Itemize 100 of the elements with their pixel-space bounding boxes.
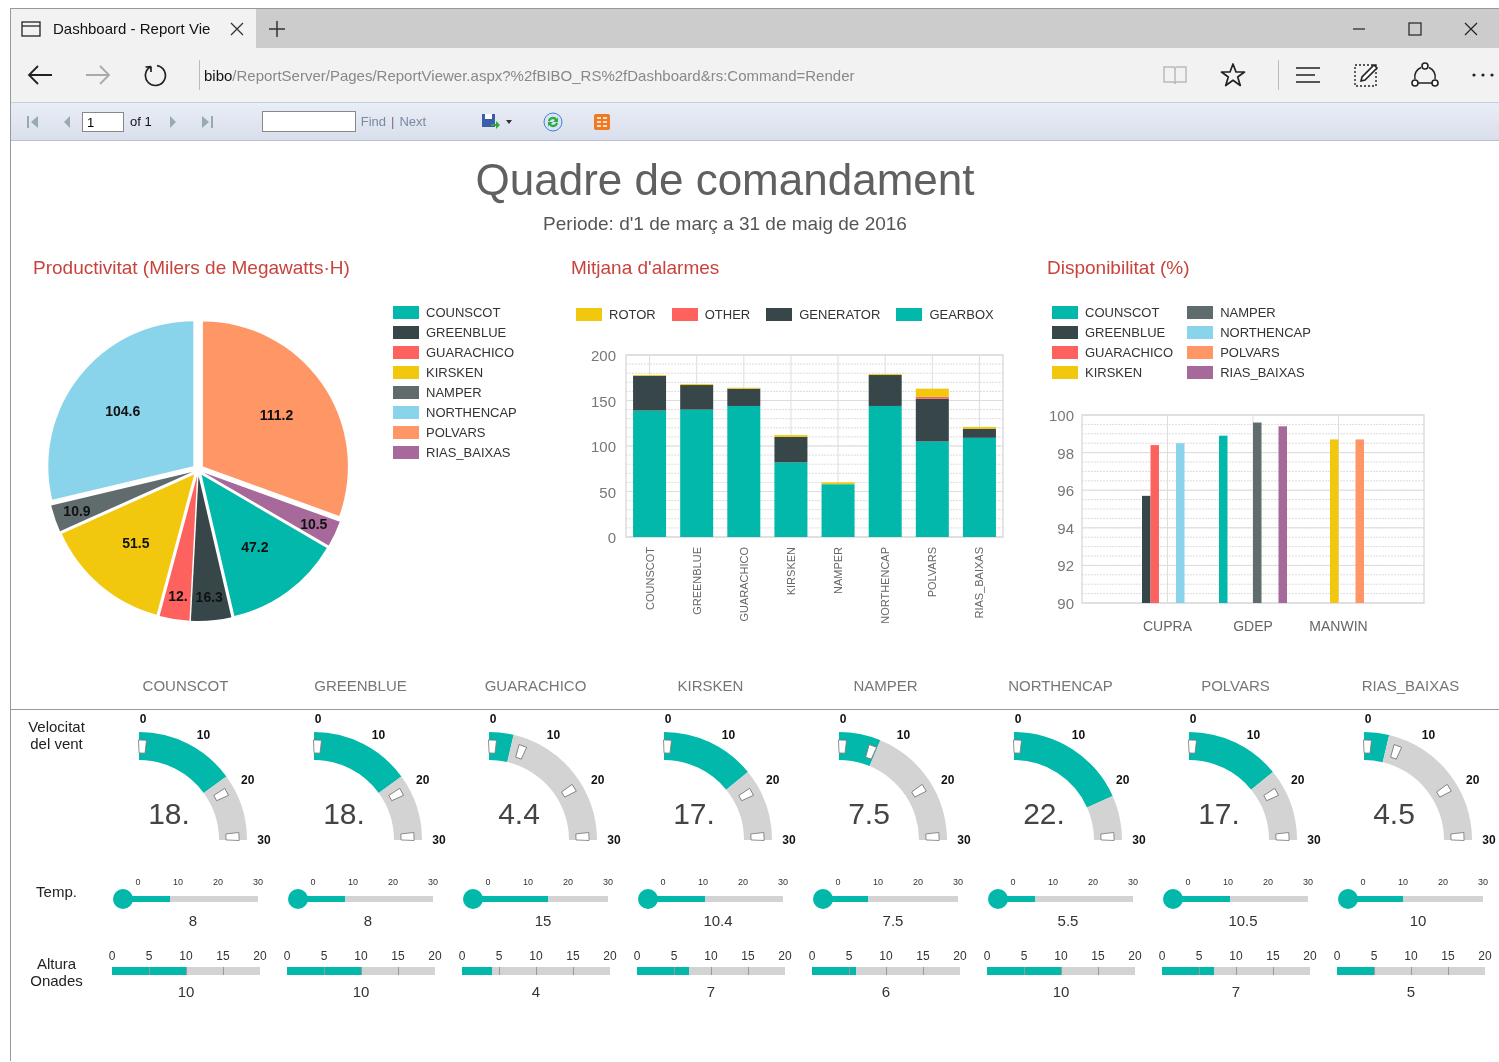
gauge-marker: [313, 739, 322, 754]
legend-label: GUARACHICO: [426, 344, 515, 360]
thermometer-bulb-icon: [1338, 889, 1363, 909]
scale-label: 0: [633, 949, 641, 963]
legend-label: NAMPER: [1220, 304, 1276, 320]
scale-label: 10: [348, 877, 358, 887]
scale-label: 20: [253, 949, 267, 963]
gauge-marker: [865, 744, 878, 760]
scale-label: 0: [983, 949, 991, 963]
gauge-tick-label: 0: [1364, 712, 1372, 726]
thermometer-bulb-icon: [463, 889, 488, 909]
gauge-tick-label: 0: [314, 712, 322, 726]
gauge-tick-label: 0: [839, 712, 847, 726]
scale-label: 10: [698, 877, 708, 887]
more-icon[interactable]: [1471, 72, 1495, 78]
gauge-marker: [925, 832, 940, 841]
scale-label: 30: [1303, 877, 1313, 887]
axis-label: 150: [590, 392, 616, 410]
axis-label: GDEP: [1233, 618, 1273, 634]
hub-icon[interactable]: [1295, 66, 1321, 84]
share-icon[interactable]: [1411, 62, 1439, 88]
address-field[interactable]: bibo/ReportServer/Pages/ReportViewer.aspx?%2fBIBO_RS%2fDashboard&rs:Command=Render: [204, 66, 855, 84]
scale-label: 5: [145, 949, 153, 963]
legend-label: NORTHENCAP: [1220, 324, 1311, 340]
axis-label: 92: [1057, 557, 1074, 575]
temperature-value: 8: [187, 912, 199, 929]
scale-label: 15: [1091, 949, 1105, 963]
scale-label: 0: [1010, 877, 1016, 887]
gauge-tick-label: 0: [1014, 712, 1022, 726]
axis-label: MANWIN: [1309, 618, 1368, 634]
legend-label: GEARBOX: [929, 306, 994, 322]
pen-icon[interactable]: [1353, 62, 1379, 88]
legend-label: POLVARS: [1220, 344, 1280, 360]
close-icon[interactable]: [230, 21, 244, 36]
save-icon[interactable]: [481, 112, 502, 131]
axis-label: GREENBLUE: [690, 547, 703, 615]
column-header: RIAS_BAIXAS: [1360, 677, 1461, 694]
legend-label: KIRSKEN: [426, 364, 484, 380]
wave-height-value: 7: [705, 983, 717, 1000]
scale-label: 5: [320, 949, 328, 963]
wave-height-value: 5: [1405, 983, 1417, 1000]
gauge-tick-label: 20: [1116, 772, 1130, 787]
scale-label: 0: [310, 877, 316, 887]
caret-icon[interactable]: [505, 118, 514, 125]
scale-label: 0: [1185, 877, 1191, 887]
wave-height-value: 10: [1051, 983, 1071, 1000]
column-header: NORTHENCAP: [1007, 677, 1114, 694]
page-number-field[interactable]: 1: [82, 111, 124, 132]
axis-label: 98: [1057, 444, 1074, 462]
gauge-value: 18.: [148, 797, 190, 830]
gauge-value: 18.: [323, 797, 365, 830]
scale-label: 10: [1048, 877, 1058, 887]
column-header: COUNSCOT: [141, 677, 230, 694]
scale-label: 10: [879, 949, 893, 963]
report-icon[interactable]: [593, 112, 612, 131]
legend-label: RIAS_BAIXAS: [1220, 364, 1305, 380]
data-label: 10.5: [300, 516, 328, 533]
close-icon[interactable]: [1464, 21, 1478, 36]
legend-label: NORTHENCAP: [426, 404, 517, 420]
gauge-tick-label: 10: [721, 728, 736, 743]
browser-tab[interactable]: Dashboard - Report Vie: [11, 9, 256, 48]
gauge-tick-label: 30: [607, 833, 621, 847]
gauge-tick-label: 0: [139, 712, 147, 726]
scale-label: 0: [835, 877, 841, 887]
axis-label: 96: [1057, 482, 1074, 500]
new-tab-icon[interactable]: [268, 19, 286, 38]
legend-label: OTHER: [704, 306, 751, 322]
gauge-tick-label: 0: [664, 712, 672, 726]
scale-label: 15: [1441, 949, 1455, 963]
gauge-marker: [561, 783, 577, 798]
gauge-marker: [838, 739, 847, 754]
scale-label: 10: [1229, 949, 1243, 963]
refresh-icon[interactable]: [143, 63, 167, 87]
gauge-value: 17.: [1198, 797, 1240, 830]
tab-title: Dashboard - Report Vie: [53, 20, 212, 37]
report-title: Quadre de comandament: [474, 154, 976, 206]
axis-label: 100: [1048, 407, 1074, 424]
chart-title: Mitjana d'alarmes: [571, 257, 721, 279]
gauge-marker: [488, 739, 497, 754]
scale-label: 0: [1360, 877, 1366, 887]
find-field[interactable]: [261, 111, 356, 132]
gauge-marker: [1363, 739, 1372, 754]
maximize-icon[interactable]: [1408, 21, 1422, 36]
back-icon[interactable]: [27, 64, 53, 86]
scale-label: 0: [108, 949, 116, 963]
gauge-tick-label: 30: [432, 833, 446, 847]
scale-label: 5: [495, 949, 503, 963]
legend-label: NAMPER: [426, 384, 482, 400]
gauge-marker: [225, 832, 240, 841]
star-icon[interactable]: [1220, 62, 1246, 88]
thermometer-bulb-icon: [288, 889, 313, 909]
gauge-marker: [1188, 739, 1197, 754]
gauge-marker: [663, 739, 672, 754]
scale-label: 30: [953, 877, 963, 887]
scale-label: 20: [563, 877, 573, 887]
gauge-tick-label: 30: [1132, 833, 1146, 847]
scale-label: 10: [179, 949, 193, 963]
gauge-value: 4.4: [498, 797, 540, 830]
gauge-tick-label: 20: [241, 772, 255, 787]
legend-label: RIAS_BAIXAS: [426, 444, 511, 460]
